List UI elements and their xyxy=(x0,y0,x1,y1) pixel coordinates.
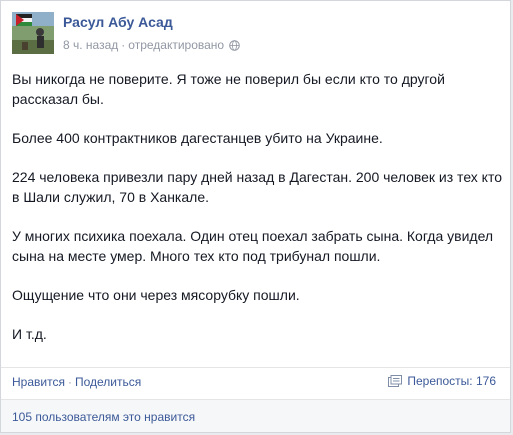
edited-label[interactable]: отредактировано xyxy=(128,38,224,52)
globe-icon[interactable] xyxy=(229,39,240,51)
post-header: Расул Абу Асад 8 ч. назад · отредактиров… xyxy=(12,12,492,54)
post-paragraph: Ощущение что они через мясорубку пошли. xyxy=(12,287,300,303)
shares-count: Перепосты: 176 xyxy=(407,374,496,388)
likes-count-link[interactable]: 105 пользователям это нравится xyxy=(12,410,195,424)
like-button[interactable]: Нравится xyxy=(12,375,65,389)
post-paragraph: Вы никогда не поверите. Я тоже не повери… xyxy=(12,71,445,107)
shares-count-link[interactable]: Перепосты: 176 xyxy=(388,374,496,388)
actions-divider xyxy=(1,367,510,368)
post-body: Вы никогда не поверите. Я тоже не повери… xyxy=(12,69,502,344)
repost-icon xyxy=(388,375,403,387)
post-paragraph: 224 человека привезли пару дней назад в … xyxy=(12,169,503,205)
post-paragraph: У многих психика поехала. Один отец поех… xyxy=(12,228,494,264)
actions-separator: · xyxy=(67,375,72,389)
post-card: Расул Абу Асад 8 ч. назад · отредактиров… xyxy=(0,0,511,433)
post-paragraph: И т.д. xyxy=(12,326,47,342)
post-meta: 8 ч. назад · отредактировано xyxy=(63,38,240,52)
meta-separator: · xyxy=(121,38,126,52)
post-paragraph: Более 400 контрактников дагестанцев убит… xyxy=(12,130,383,146)
post-time[interactable]: 8 ч. назад xyxy=(63,38,118,52)
avatar[interactable] xyxy=(12,12,54,54)
likes-summary-box: 105 пользователям это нравится xyxy=(1,399,510,432)
avatar-image xyxy=(12,12,54,54)
share-button[interactable]: Поделиться xyxy=(75,375,141,389)
author-name[interactable]: Расул Абу Асад xyxy=(63,14,173,30)
post-actions: Нравится · Поделиться xyxy=(12,375,141,389)
